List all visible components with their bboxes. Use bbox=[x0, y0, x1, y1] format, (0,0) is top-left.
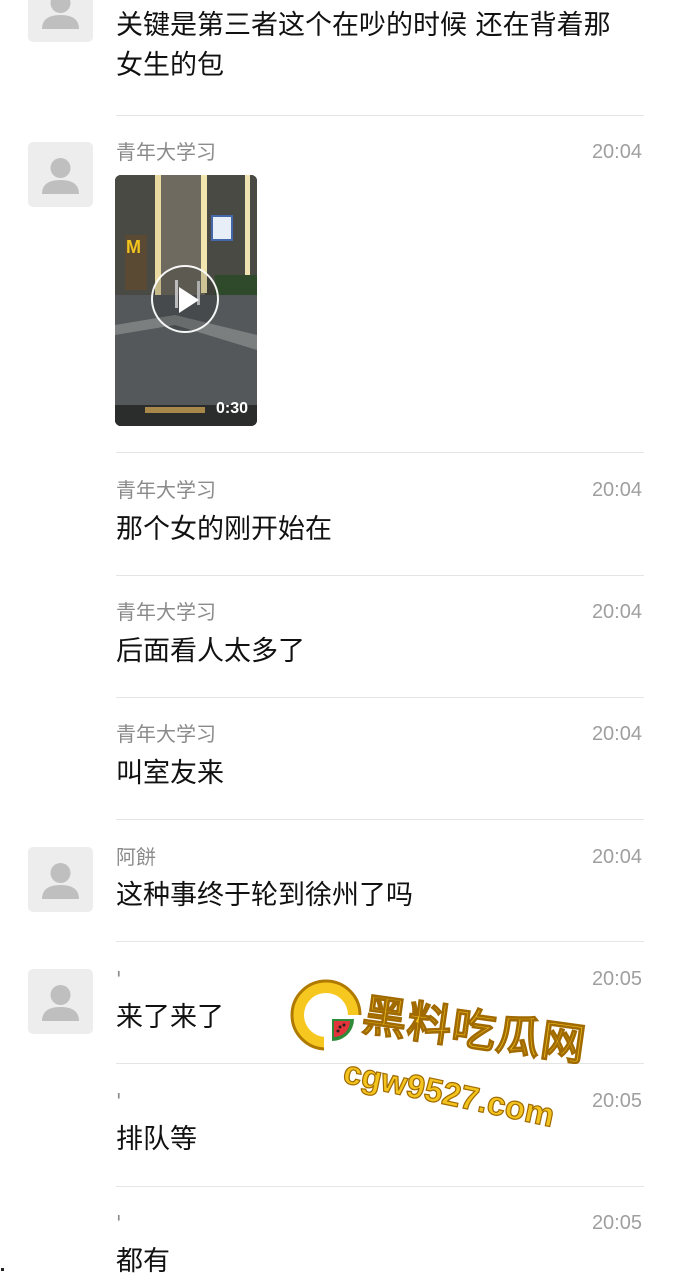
divider bbox=[116, 575, 644, 576]
message-time: 20:04 bbox=[591, 479, 642, 501]
message-text: 都有 bbox=[116, 1246, 170, 1277]
default-avatar-icon bbox=[42, 985, 79, 1021]
avatar[interactable] bbox=[28, 142, 93, 207]
message-time: 20:04 bbox=[591, 846, 642, 868]
message-time: 20:04 bbox=[591, 723, 642, 745]
divider bbox=[116, 1186, 644, 1187]
watermelon-logo-icon bbox=[290, 979, 364, 1055]
avatar[interactable] bbox=[28, 969, 93, 1034]
watermark: 黑料吃瓜网 cgw9527.com bbox=[288, 975, 590, 1134]
divider bbox=[116, 115, 644, 116]
sender-name: 青年大学习 bbox=[116, 140, 216, 164]
default-avatar-icon bbox=[42, 863, 79, 899]
sender-name: 青年大学习 bbox=[116, 478, 216, 502]
video-duration: 0:30 bbox=[215, 400, 248, 417]
edge-mark bbox=[1, 1268, 4, 1271]
divider bbox=[116, 941, 644, 942]
message-time: 20:05 bbox=[591, 1090, 642, 1112]
default-avatar-icon bbox=[42, 0, 79, 29]
message-time: 20:05 bbox=[591, 968, 642, 990]
message-time: 20:05 bbox=[591, 1212, 642, 1234]
message-text: 这种事终于轮到徐州了吗 bbox=[116, 880, 413, 911]
message-text: 关键是第三者这个在吵的时候 还在背着那女生的包 bbox=[116, 10, 611, 81]
divider bbox=[116, 697, 644, 698]
video-thumbnail[interactable]: M 0:30 bbox=[115, 175, 257, 426]
sender-name: ' bbox=[116, 1089, 122, 1113]
message-time: 20:04 bbox=[591, 141, 642, 163]
avatar[interactable] bbox=[28, 0, 93, 42]
play-icon[interactable] bbox=[151, 265, 219, 333]
message-text: 叫室友来 bbox=[116, 758, 224, 789]
message-time: 20:04 bbox=[591, 601, 642, 623]
sender-name: 青年大学习 bbox=[116, 722, 216, 746]
message-text: 那个女的刚开始在 bbox=[116, 514, 332, 545]
message-text: 后面看人太多了 bbox=[116, 636, 305, 667]
avatar[interactable] bbox=[28, 847, 93, 912]
divider bbox=[116, 452, 644, 453]
sender-name: 阿餅 bbox=[116, 845, 156, 869]
sender-name: 青年大学习 bbox=[116, 600, 216, 624]
sender-name: ' bbox=[116, 1211, 122, 1235]
message-text: 排队等 bbox=[116, 1124, 197, 1155]
default-avatar-icon bbox=[42, 158, 79, 194]
watermark-title: 黑料吃瓜网 bbox=[359, 989, 590, 1072]
sender-name: ' bbox=[116, 967, 122, 991]
divider bbox=[116, 819, 644, 820]
svg-text:M: M bbox=[126, 237, 141, 257]
